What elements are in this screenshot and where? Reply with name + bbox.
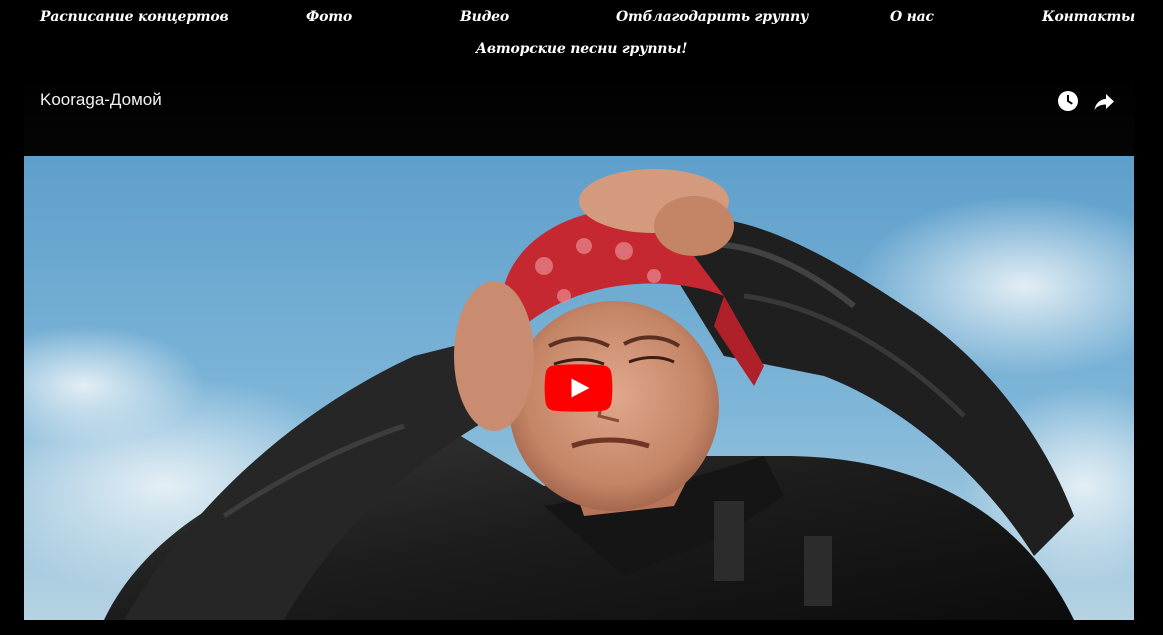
youtube-play-icon[interactable]: [544, 364, 613, 412]
nav-link-contacts[interactable]: Контакты: [1042, 6, 1135, 28]
page-bottom-strip: [0, 620, 1163, 635]
nav-link-concert-schedule[interactable]: Расписание концертов: [40, 6, 229, 28]
nav-link-video[interactable]: Видео: [460, 6, 509, 28]
nav-link-thank-band[interactable]: Отблагодарить группу: [616, 6, 808, 28]
nav-link-original-songs[interactable]: Авторские песни группы!: [476, 38, 688, 60]
video-thumbnail[interactable]: [24, 156, 1134, 620]
share-arrow-icon[interactable]: [1092, 89, 1116, 113]
clock-icon[interactable]: [1056, 89, 1080, 113]
nav-link-about[interactable]: О нас: [890, 6, 934, 28]
main-nav: Расписание концертов Фото Видео Отблагод…: [0, 6, 1163, 28]
nav-link-photo[interactable]: Фото: [306, 6, 352, 28]
page: Расписание концертов Фото Видео Отблагод…: [0, 0, 1163, 635]
video-embed[interactable]: Kooraga-Домой: [24, 72, 1134, 620]
video-title[interactable]: Kooraga-Домой: [40, 89, 162, 111]
video-header: Kooraga-Домой: [24, 72, 1134, 156]
secondary-nav: Авторские песни группы!: [0, 38, 1163, 60]
